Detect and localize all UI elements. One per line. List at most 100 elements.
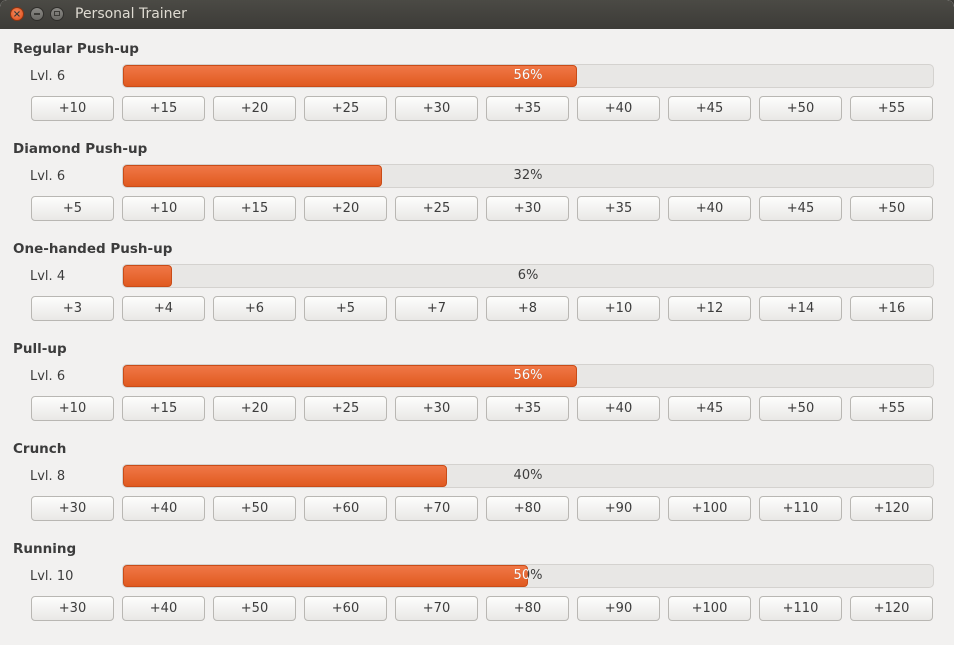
add-reps-button[interactable]: +8 bbox=[486, 296, 569, 321]
add-reps-button[interactable]: +100 bbox=[668, 596, 751, 621]
add-reps-button[interactable]: +3 bbox=[31, 296, 114, 321]
add-reps-button[interactable]: +30 bbox=[31, 596, 114, 621]
add-reps-button[interactable]: +15 bbox=[122, 396, 205, 421]
add-reps-button[interactable]: +80 bbox=[486, 496, 569, 521]
add-reps-button[interactable]: +30 bbox=[31, 496, 114, 521]
exercise-title: Regular Push-up bbox=[13, 41, 139, 57]
exercise-title: Crunch bbox=[13, 441, 67, 457]
progress-percent-overlay: 50% bbox=[123, 565, 528, 587]
progress-bar: 50%50% bbox=[122, 564, 934, 588]
level-label: Lvl. 8 bbox=[30, 469, 66, 484]
add-reps-button[interactable]: +110 bbox=[759, 596, 842, 621]
add-reps-button[interactable]: +45 bbox=[668, 396, 751, 421]
progress-percent-label: 6% bbox=[517, 268, 539, 283]
add-reps-button[interactable]: +40 bbox=[122, 596, 205, 621]
add-reps-button[interactable]: +80 bbox=[486, 596, 569, 621]
add-reps-button[interactable]: +15 bbox=[122, 96, 205, 121]
add-reps-button[interactable]: +6 bbox=[213, 296, 296, 321]
add-reps-button[interactable]: +50 bbox=[759, 96, 842, 121]
exercise-section: Pull-up Lvl. 6 56% 56% +10 +15 +20 +25 +30 +35 +40… bbox=[0, 329, 954, 429]
progress-bar: 6% 6% bbox=[122, 264, 934, 288]
add-reps-button[interactable]: +30 bbox=[395, 396, 478, 421]
add-reps-button[interactable]: +110 bbox=[759, 496, 842, 521]
level-label: Lvl. 4 bbox=[30, 269, 66, 284]
add-reps-button[interactable]: +14 bbox=[759, 296, 842, 321]
add-reps-button[interactable]: +70 bbox=[395, 596, 478, 621]
progress-bar: 56% 56% bbox=[122, 64, 934, 88]
add-reps-button[interactable]: +12 bbox=[668, 296, 751, 321]
add-reps-button[interactable]: +30 bbox=[486, 196, 569, 221]
progress-percent-label-inverse: 56% bbox=[513, 368, 543, 383]
add-reps-button[interactable]: +45 bbox=[668, 96, 751, 121]
add-reps-button[interactable]: +25 bbox=[395, 196, 478, 221]
add-reps-button[interactable]: +10 bbox=[31, 96, 114, 121]
progress-percent-label-inverse: 50% bbox=[513, 568, 528, 583]
progress-percent-label-inverse: 56% bbox=[513, 68, 543, 83]
exercise-section: Diamond Push-up Lvl. 6 32%32% +5 +10 +15 +20 +2… bbox=[0, 129, 954, 229]
progress-percent-label-inverse: 40% bbox=[123, 465, 447, 487]
add-reps-button[interactable]: +40 bbox=[122, 496, 205, 521]
add-reps-button[interactable]: +20 bbox=[213, 396, 296, 421]
add-reps-button[interactable]: +20 bbox=[304, 196, 387, 221]
add-reps-button[interactable]: +50 bbox=[213, 496, 296, 521]
progress-bar: 32%32% bbox=[122, 164, 934, 188]
add-reps-button[interactable]: +55 bbox=[850, 396, 933, 421]
add-reps-button[interactable]: +120 bbox=[850, 596, 933, 621]
add-reps-button[interactable]: +90 bbox=[577, 596, 660, 621]
progress-percent-overlay: 6% bbox=[123, 265, 172, 287]
add-reps-button[interactable]: +30 bbox=[395, 96, 478, 121]
exercise-section: Crunch Lvl. 8 40%40% +30 +40 +50 +60 +70 +80 +90 +… bbox=[0, 429, 954, 529]
close-icon[interactable]: × bbox=[10, 7, 24, 21]
add-reps-button[interactable]: +60 bbox=[304, 496, 387, 521]
add-reps-button[interactable]: +50 bbox=[213, 596, 296, 621]
add-reps-button[interactable]: +15 bbox=[213, 196, 296, 221]
add-reps-button[interactable]: +40 bbox=[577, 96, 660, 121]
add-reps-button[interactable]: +5 bbox=[31, 196, 114, 221]
add-reps-button[interactable]: +16 bbox=[850, 296, 933, 321]
level-label: Lvl. 6 bbox=[30, 69, 66, 84]
app-window: × Personal Trainer Regular Push-up Lvl. 6… bbox=[0, 0, 954, 645]
add-reps-button[interactable]: +45 bbox=[759, 196, 842, 221]
add-reps-button[interactable]: +120 bbox=[850, 496, 933, 521]
level-label: Lvl. 6 bbox=[30, 369, 66, 384]
add-reps-button[interactable]: +50 bbox=[850, 196, 933, 221]
progress-percent-overlay: 56% bbox=[123, 65, 577, 87]
add-reps-button[interactable]: +40 bbox=[668, 196, 751, 221]
minimize-icon[interactable] bbox=[30, 7, 44, 21]
maximize-icon[interactable] bbox=[50, 7, 64, 21]
add-reps-button[interactable]: +50 bbox=[759, 396, 842, 421]
level-label: Lvl. 10 bbox=[30, 569, 74, 584]
exercise-section: Running Lvl. 10 50%50% +30 +40 +50 +60 +70 +80 +9… bbox=[0, 529, 954, 629]
add-reps-button[interactable]: +90 bbox=[577, 496, 660, 521]
add-reps-button[interactable]: +5 bbox=[304, 296, 387, 321]
add-reps-button[interactable]: +25 bbox=[304, 396, 387, 421]
add-reps-button[interactable]: +35 bbox=[577, 196, 660, 221]
add-reps-button[interactable]: +10 bbox=[31, 396, 114, 421]
progress-percent-overlay: 32% bbox=[123, 165, 382, 187]
add-reps-button[interactable]: +70 bbox=[395, 496, 478, 521]
progress-percent-label-inverse: 6% bbox=[123, 265, 172, 287]
progress-percent-overlay: 56% bbox=[123, 365, 577, 387]
exercise-title: Running bbox=[13, 541, 77, 557]
level-label: Lvl. 6 bbox=[30, 169, 66, 184]
exercise-title: One-handed Push-up bbox=[13, 241, 173, 257]
add-reps-button[interactable]: +10 bbox=[577, 296, 660, 321]
add-reps-button[interactable]: +55 bbox=[850, 96, 933, 121]
add-reps-button[interactable]: +35 bbox=[486, 396, 569, 421]
exercise-title: Diamond Push-up bbox=[13, 141, 148, 157]
add-reps-button[interactable]: +20 bbox=[213, 96, 296, 121]
add-reps-button[interactable]: +4 bbox=[122, 296, 205, 321]
exercise-title: Pull-up bbox=[13, 341, 67, 357]
add-reps-button[interactable]: +35 bbox=[486, 96, 569, 121]
exercise-section: Regular Push-up Lvl. 6 56% 56% +10 +15 +20 +25 +… bbox=[0, 29, 954, 129]
title-bar[interactable]: × Personal Trainer bbox=[0, 0, 954, 29]
exercise-section: One-handed Push-up Lvl. 4 6% 6% +3 +4 +6 +5 +7 +8… bbox=[0, 229, 954, 329]
add-reps-button[interactable]: +60 bbox=[304, 596, 387, 621]
add-reps-button[interactable]: +40 bbox=[577, 396, 660, 421]
add-reps-button[interactable]: +100 bbox=[668, 496, 751, 521]
window-title: Personal Trainer bbox=[75, 6, 187, 22]
add-reps-button[interactable]: +10 bbox=[122, 196, 205, 221]
progress-bar: 56% 56% bbox=[122, 364, 934, 388]
add-reps-button[interactable]: +25 bbox=[304, 96, 387, 121]
add-reps-button[interactable]: +7 bbox=[395, 296, 478, 321]
